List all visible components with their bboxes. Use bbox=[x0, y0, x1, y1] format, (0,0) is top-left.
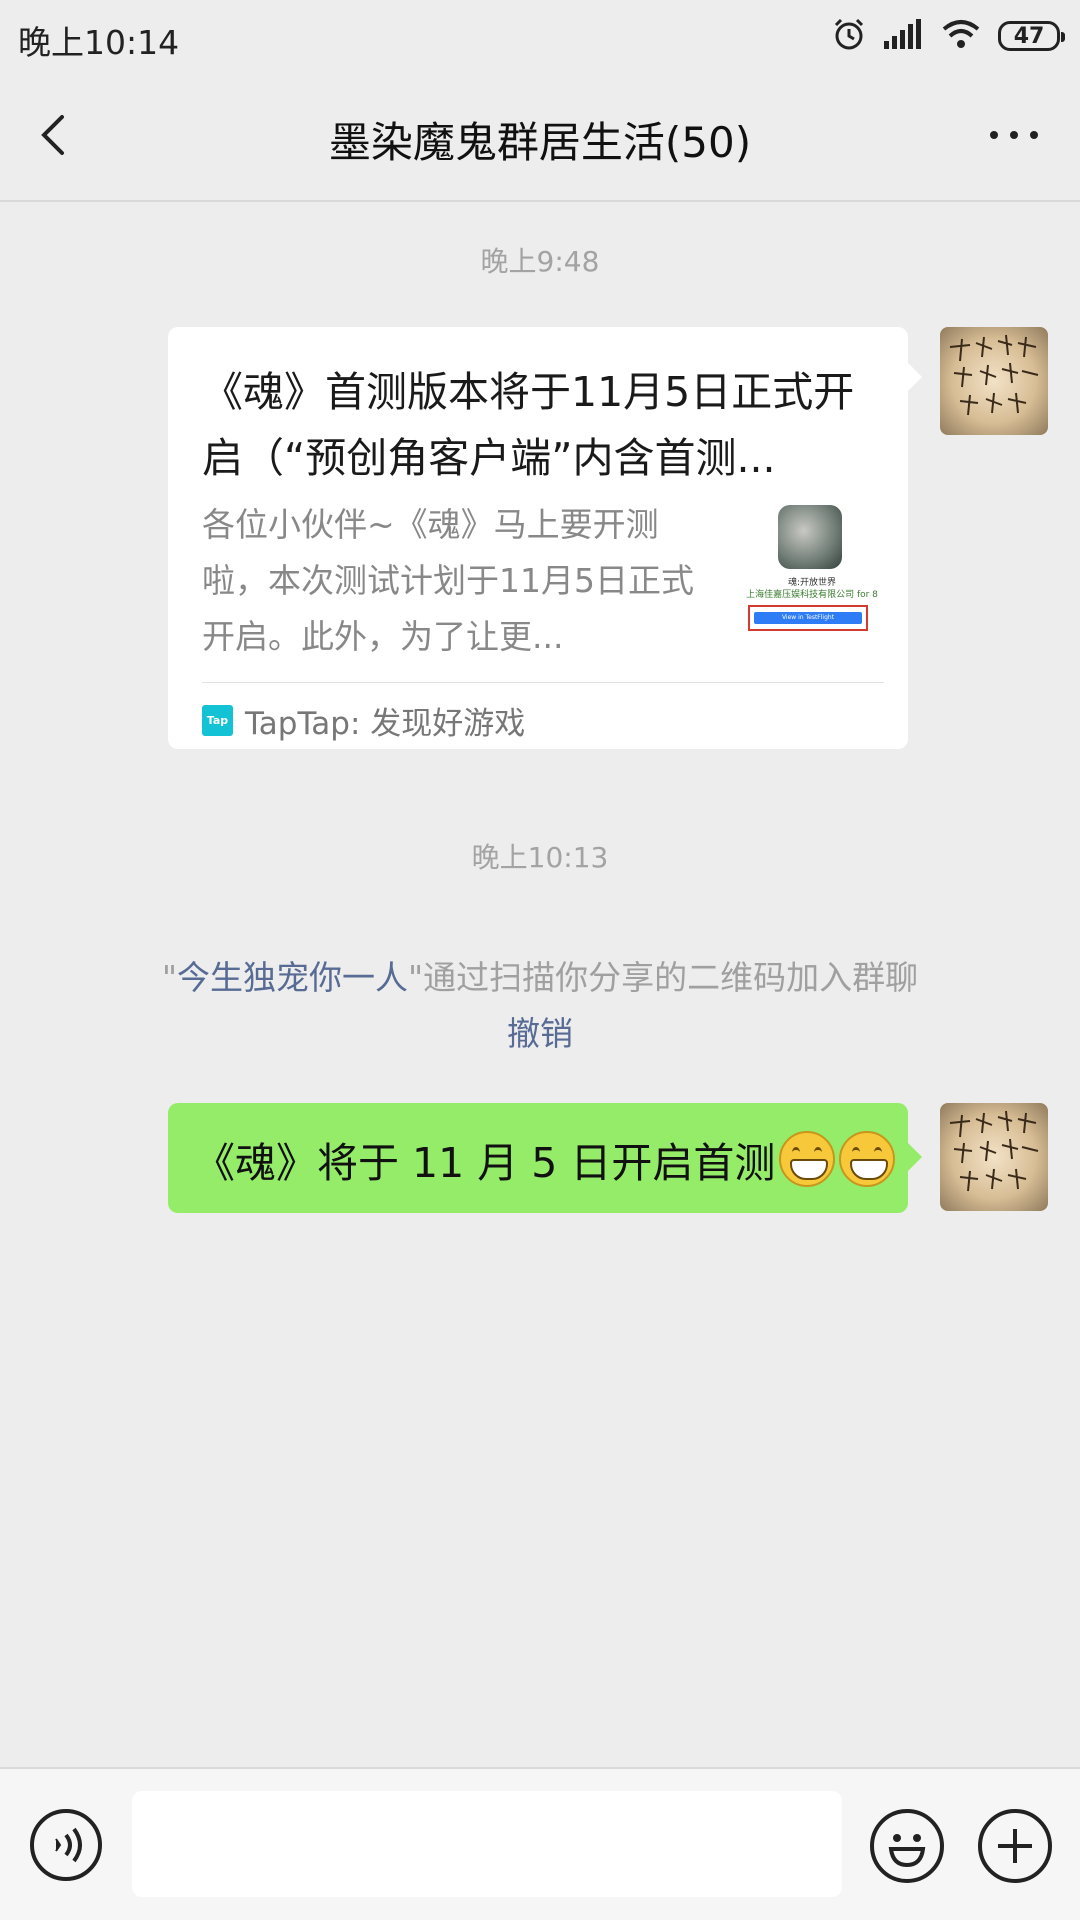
more-button[interactable] bbox=[984, 120, 1044, 150]
source-label: TapTap: 发现好游戏 bbox=[245, 706, 526, 742]
system-user-link[interactable]: 今生独宠你一人 bbox=[177, 958, 408, 997]
avatar-calligraphy-image bbox=[949, 334, 1039, 416]
more-dots-icon bbox=[990, 131, 1038, 139]
timestamp: 晚上10:13 bbox=[471, 841, 609, 874]
thumbnail-subtitle: 上海佳嘉压娱科技有限公司 for 8 bbox=[746, 590, 878, 600]
avatar-calligraphy-image bbox=[949, 1110, 1039, 1192]
alarm-icon bbox=[832, 17, 866, 55]
emoji-icon bbox=[888, 1834, 926, 1868]
system-message: "今生独宠你一人"通过扫描你分享的二维码加入群聊 撤销 bbox=[60, 950, 1020, 1062]
thumbnail-button: View in TestFlight bbox=[754, 612, 862, 624]
grin-emoji-icon bbox=[779, 1131, 836, 1187]
chat-title: 墨染魔鬼群居生活(50) bbox=[328, 118, 752, 167]
emoji-button[interactable] bbox=[870, 1809, 944, 1883]
undo-link[interactable]: 撤销 bbox=[60, 1006, 1020, 1062]
signal-icon bbox=[884, 19, 924, 53]
avatar[interactable] bbox=[940, 1103, 1048, 1211]
grin-emoji-icon bbox=[839, 1131, 896, 1187]
text-message-bubble[interactable]: 《魂》将于 11 月 5 日开启首测 bbox=[168, 1103, 922, 1213]
voice-icon bbox=[55, 1827, 82, 1863]
card-title: 《魂》首测版本将于11月5日正式开启（“预创角客户端”内含首测... bbox=[202, 368, 855, 482]
avatar[interactable] bbox=[940, 327, 1048, 435]
message-input[interactable] bbox=[132, 1791, 842, 1897]
thumbnail-highlight-frame: View in TestFlight bbox=[748, 605, 868, 631]
card-description: 各位小伙伴~《魂》马上要开测啦，本次测试计划于11月5日正式开启。此外，为了让更… bbox=[202, 505, 694, 656]
status-time: 晚上10:14 bbox=[18, 23, 180, 62]
card-divider bbox=[202, 682, 884, 683]
timestamp: 晚上9:48 bbox=[480, 245, 600, 278]
wifi-icon bbox=[942, 19, 980, 53]
battery-icon: 47 bbox=[998, 21, 1065, 51]
link-card-message[interactable]: 《魂》首测版本将于11月5日正式开启（“预创角客户端”内含首测... 各位小伙伴… bbox=[168, 327, 922, 749]
system-text: "通过扫描你分享的二维码加入群聊 bbox=[408, 958, 919, 997]
text-message-content: 《魂》将于 11 月 5 日开启首测 bbox=[194, 1139, 776, 1187]
taptap-icon: Tap bbox=[202, 705, 233, 736]
plus-icon bbox=[998, 1829, 1032, 1863]
card-thumbnail: 魂:开放世界 上海佳嘉压娱科技有限公司 for 8 View in TestFl… bbox=[738, 501, 886, 651]
status-icons: 47 bbox=[832, 16, 1065, 56]
system-quote: " bbox=[161, 958, 177, 997]
input-bar bbox=[0, 1767, 1080, 1920]
plus-button[interactable] bbox=[978, 1809, 1052, 1883]
app-logo-image bbox=[778, 505, 842, 569]
status-bar: 晚上10:14 47 bbox=[0, 0, 1080, 75]
card-source: Tap TapTap: 发现好游戏 bbox=[202, 698, 525, 743]
text-message: 《魂》将于 11 月 5 日开启首测 bbox=[194, 1129, 896, 1189]
chat-header: 墨染魔鬼群居生活(50) bbox=[0, 75, 1080, 202]
voice-button[interactable] bbox=[30, 1809, 102, 1881]
